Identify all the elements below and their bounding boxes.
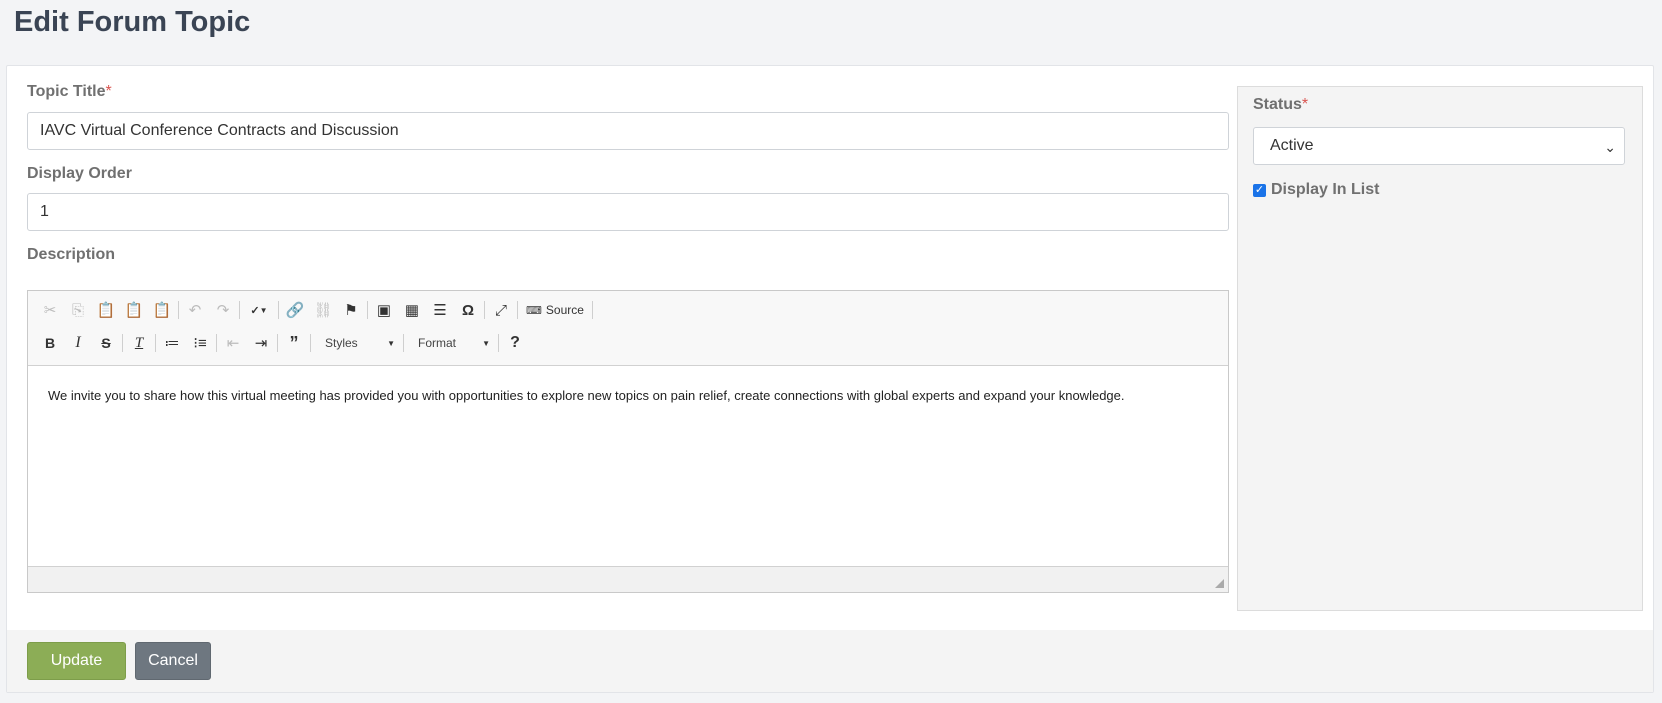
topic-title-label: Topic Title* bbox=[27, 83, 112, 100]
editor-status-bar bbox=[28, 566, 1228, 592]
toolbar-separator bbox=[239, 301, 240, 319]
status-label: Status* bbox=[1253, 96, 1309, 113]
description-label: Description bbox=[27, 246, 116, 263]
image-icon[interactable]: ▣ bbox=[370, 297, 398, 323]
numbered-list-icon[interactable]: ≔ bbox=[158, 330, 186, 356]
status-select[interactable]: Active ⌄ bbox=[1253, 127, 1625, 165]
toolbar-separator bbox=[591, 301, 593, 319]
redo-icon[interactable]: ↷ bbox=[209, 297, 237, 323]
italic-icon[interactable]: I bbox=[64, 330, 92, 356]
toolbar-separator bbox=[122, 334, 123, 352]
chevron-down-icon: ▼ bbox=[482, 338, 490, 348]
display-in-list-checkbox[interactable]: ✓ bbox=[1253, 184, 1266, 197]
format-label: Format bbox=[418, 336, 457, 350]
toolbar-row-1: ✂ ⎘ 📋 📋 📋 ↶ ↷ ✓ ▼ 🔗 ⛓ ⚑ ▣ ▦ ☰ Ω ⤢ ⌨ Sour… bbox=[36, 296, 595, 324]
status-selected-value: Active bbox=[1270, 137, 1314, 154]
cancel-button[interactable]: Cancel bbox=[135, 642, 211, 680]
bold-icon[interactable]: B bbox=[36, 330, 64, 356]
page-title: Edit Forum Topic bbox=[14, 6, 251, 38]
outdent-icon[interactable]: ⇤ bbox=[219, 330, 247, 356]
horizontal-line-icon[interactable]: ☰ bbox=[426, 297, 454, 323]
unlink-icon[interactable]: ⛓ bbox=[309, 297, 337, 323]
toolbar-separator bbox=[403, 334, 404, 352]
format-dropdown[interactable]: Format ▼ bbox=[406, 332, 496, 354]
undo-icon[interactable]: ↶ bbox=[181, 297, 209, 323]
source-label: Source bbox=[545, 303, 584, 317]
maximize-icon[interactable]: ⤢ bbox=[487, 297, 515, 323]
strikethrough-icon[interactable]: S bbox=[92, 330, 120, 356]
special-char-icon[interactable]: Ω bbox=[454, 297, 482, 323]
status-panel: Status* Active ⌄ ✓ Display In List bbox=[1237, 86, 1643, 611]
toolbar-separator bbox=[277, 334, 278, 352]
toolbar-separator bbox=[310, 334, 311, 352]
help-icon[interactable]: ? bbox=[501, 330, 529, 356]
chevron-down-icon: ⌄ bbox=[1604, 139, 1616, 155]
paste-text-icon[interactable]: 📋 bbox=[120, 297, 148, 323]
spellcheck-icon[interactable]: ✓ ▼ bbox=[242, 297, 276, 323]
toolbar-separator bbox=[216, 334, 217, 352]
link-icon[interactable]: 🔗 bbox=[281, 297, 309, 323]
resize-grip-icon[interactable] bbox=[1215, 579, 1224, 588]
styles-label: Styles bbox=[325, 336, 358, 350]
toolbar-row-2: B I S T ≔ ⁝≡ ⇤ ⇥ ” Styles ▼ Format ▼ ? bbox=[36, 329, 529, 357]
toolbar-separator bbox=[484, 301, 485, 319]
copy-icon[interactable]: ⎘ bbox=[64, 297, 92, 323]
editor-toolbar: ✂ ⎘ 📋 📋 📋 ↶ ↷ ✓ ▼ 🔗 ⛓ ⚑ ▣ ▦ ☰ Ω ⤢ ⌨ Sour… bbox=[28, 291, 1228, 366]
blockquote-icon[interactable]: ” bbox=[280, 330, 308, 356]
edit-topic-card: Topic Title* Display Order Description ✂… bbox=[6, 65, 1654, 693]
bulleted-list-icon[interactable]: ⁝≡ bbox=[186, 330, 214, 356]
display-order-input[interactable] bbox=[27, 193, 1229, 231]
cut-icon[interactable]: ✂ bbox=[36, 297, 64, 323]
styles-dropdown[interactable]: Styles ▼ bbox=[313, 332, 401, 354]
toolbar-separator bbox=[517, 301, 518, 319]
paste-icon[interactable]: 📋 bbox=[92, 297, 120, 323]
required-mark: * bbox=[1301, 96, 1309, 113]
remove-format-icon[interactable]: T bbox=[125, 330, 153, 356]
table-icon[interactable]: ▦ bbox=[398, 297, 426, 323]
toolbar-separator bbox=[498, 334, 499, 352]
toolbar-separator bbox=[178, 301, 179, 319]
display-order-label: Display Order bbox=[27, 165, 132, 182]
toolbar-separator bbox=[278, 301, 279, 319]
source-button[interactable]: ⌨ Source bbox=[520, 297, 590, 323]
rich-text-editor: ✂ ⎘ 📋 📋 📋 ↶ ↷ ✓ ▼ 🔗 ⛓ ⚑ ▣ ▦ ☰ Ω ⤢ ⌨ Sour… bbox=[27, 290, 1229, 593]
display-in-list-label[interactable]: Display In List bbox=[1271, 181, 1379, 199]
indent-icon[interactable]: ⇥ bbox=[247, 330, 275, 356]
update-button[interactable]: Update bbox=[27, 642, 126, 680]
source-icon: ⌨ bbox=[526, 304, 542, 317]
required-mark: * bbox=[105, 83, 112, 100]
editor-content-area[interactable]: We invite you to share how this virtual … bbox=[28, 366, 1228, 566]
toolbar-separator bbox=[155, 334, 156, 352]
chevron-down-icon: ▼ bbox=[387, 338, 395, 348]
topic-title-input[interactable] bbox=[27, 112, 1229, 150]
toolbar-separator bbox=[367, 301, 368, 319]
form-actions: Update Cancel bbox=[7, 630, 1653, 692]
paste-word-icon[interactable]: 📋 bbox=[148, 297, 176, 323]
anchor-icon[interactable]: ⚑ bbox=[337, 297, 365, 323]
